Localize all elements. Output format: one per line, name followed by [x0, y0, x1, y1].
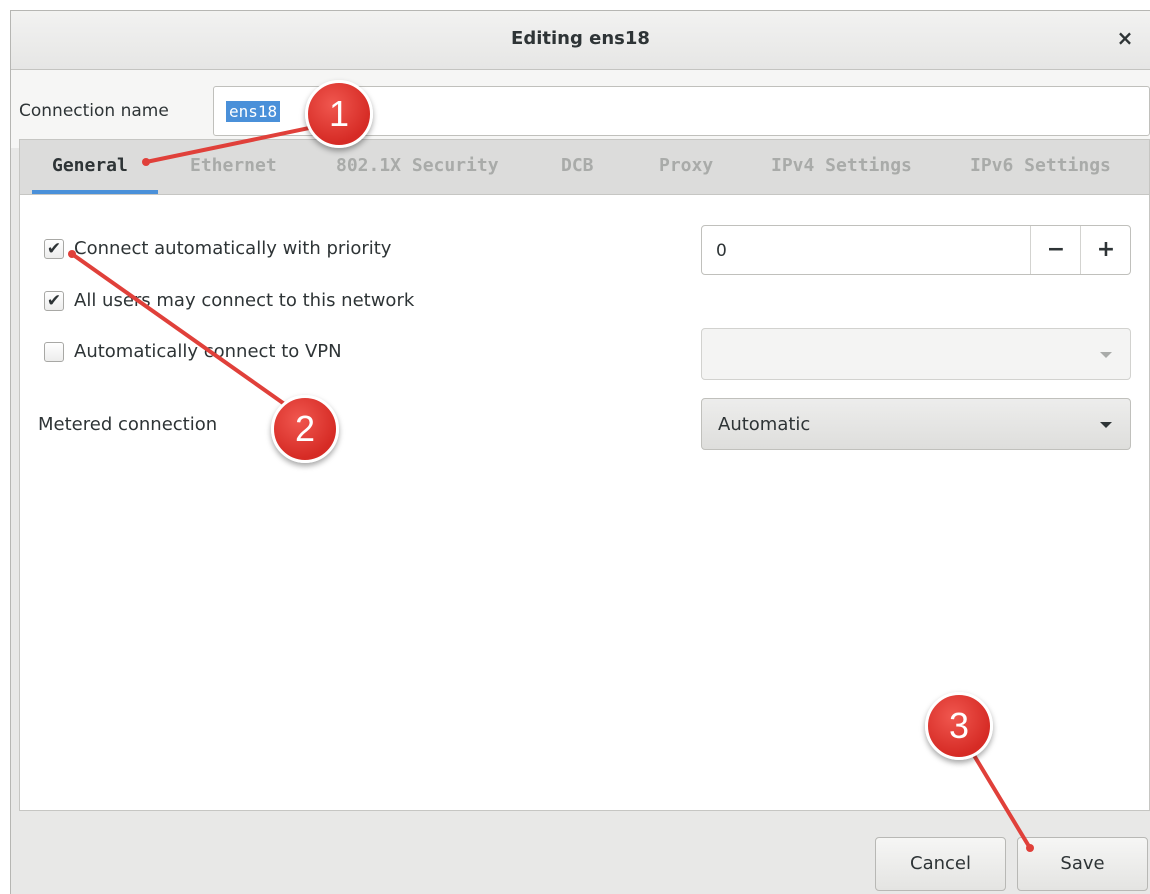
- priority-decrement-button[interactable]: −: [1030, 226, 1081, 274]
- metered-connection-value: Automatic: [718, 414, 811, 435]
- cancel-button[interactable]: Cancel: [875, 837, 1006, 891]
- active-tab-indicator: [32, 190, 158, 194]
- priority-increment-button[interactable]: +: [1080, 226, 1131, 274]
- auto-vpn-checkbox[interactable]: [44, 342, 64, 362]
- annotation-badge-3: 3: [925, 692, 993, 760]
- dialog-title: Editing ens18: [511, 28, 650, 49]
- edit-connection-dialog: Editing ens18 × Connection name ens18 Ge…: [10, 10, 1150, 894]
- all-users-label: All users may connect to this network: [74, 290, 415, 311]
- metered-connection-label: Metered connection: [38, 414, 218, 435]
- chevron-down-icon: [1100, 422, 1112, 428]
- metered-connection-select[interactable]: Automatic: [701, 398, 1131, 450]
- vpn-select[interactable]: [701, 328, 1131, 380]
- priority-value: 0: [716, 241, 727, 261]
- tab-general[interactable]: General: [52, 155, 128, 176]
- tab-bar: General Ethernet 802.1X Security DCB Pro…: [19, 139, 1150, 195]
- auto-connect-label: Connect automatically with priority: [74, 238, 392, 259]
- priority-spinbutton[interactable]: 0 − +: [701, 225, 1131, 275]
- connection-name-value: ens18: [226, 101, 281, 122]
- auto-connect-checkbox[interactable]: ✔: [44, 239, 64, 259]
- titlebar: Editing ens18 ×: [11, 11, 1150, 70]
- tab-dcb[interactable]: DCB: [561, 155, 594, 176]
- close-icon[interactable]: ×: [1112, 25, 1138, 51]
- annotation-badge-1: 1: [305, 80, 373, 148]
- tab-8021x-security[interactable]: 802.1X Security: [336, 155, 499, 176]
- connection-name-label: Connection name: [19, 101, 169, 121]
- chevron-down-icon: [1100, 352, 1112, 358]
- save-button[interactable]: Save: [1017, 837, 1148, 891]
- tab-ethernet[interactable]: Ethernet: [190, 155, 277, 176]
- tab-ipv4-settings[interactable]: IPv4 Settings: [771, 155, 912, 176]
- all-users-checkbox[interactable]: ✔: [44, 291, 64, 311]
- tab-ipv6-settings[interactable]: IPv6 Settings: [970, 155, 1111, 176]
- connection-name-row: Connection name ens18: [11, 70, 1150, 148]
- auto-vpn-label: Automatically connect to VPN: [74, 341, 342, 362]
- annotation-badge-2: 2: [271, 395, 339, 463]
- tab-proxy[interactable]: Proxy: [659, 155, 713, 176]
